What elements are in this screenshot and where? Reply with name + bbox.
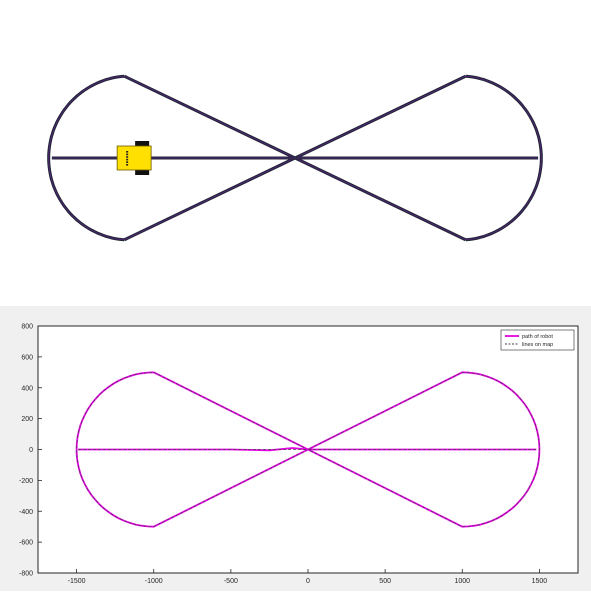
y-tick-label: 800	[21, 324, 33, 331]
map-panel	[0, 0, 591, 306]
y-tick-label: 600	[21, 354, 33, 361]
robot-sensor	[126, 153, 129, 156]
path-chart: -1500 -1000 -500 0 500 1000 1500 -800 -600 -400 -2…	[19, 324, 579, 585]
y-tick-label: -200	[19, 478, 33, 485]
x-tick-label: 1500	[532, 578, 548, 585]
x-tick-label: 500	[379, 578, 391, 585]
y-tick-label: -800	[19, 571, 33, 578]
y-tick-label: -600	[19, 540, 33, 547]
x-tick-label: -1000	[145, 578, 163, 585]
y-tick-label: -400	[19, 509, 33, 516]
legend-label: path of robot	[522, 334, 553, 340]
y-tick-label: 200	[21, 416, 33, 423]
robot-wheel-top	[135, 141, 150, 146]
plot-panel: -1500 -1000 -500 0 500 1000 1500 -800 -600 -400 -2…	[0, 306, 591, 591]
robot-wheel-bottom	[135, 170, 150, 175]
legend-label: lines on map	[522, 342, 553, 348]
x-tick-label: 0	[306, 578, 310, 585]
robot-sensor	[126, 158, 129, 161]
robot	[116, 141, 152, 175]
robot-sensor	[126, 164, 129, 166]
robot-body	[116, 145, 152, 171]
x-tick-label: -500	[224, 578, 238, 585]
y-tick-label: 0	[29, 447, 33, 454]
robot-sensor	[126, 156, 129, 158]
track-map	[47, 74, 543, 242]
x-tick-label: 1000	[454, 578, 470, 585]
robot-sensor	[126, 151, 129, 153]
robot-sensor	[126, 161, 129, 163]
y-tick-label: 400	[21, 385, 33, 392]
legend: path of robot lines on map	[500, 329, 575, 351]
x-tick-label: -1500	[68, 578, 86, 585]
